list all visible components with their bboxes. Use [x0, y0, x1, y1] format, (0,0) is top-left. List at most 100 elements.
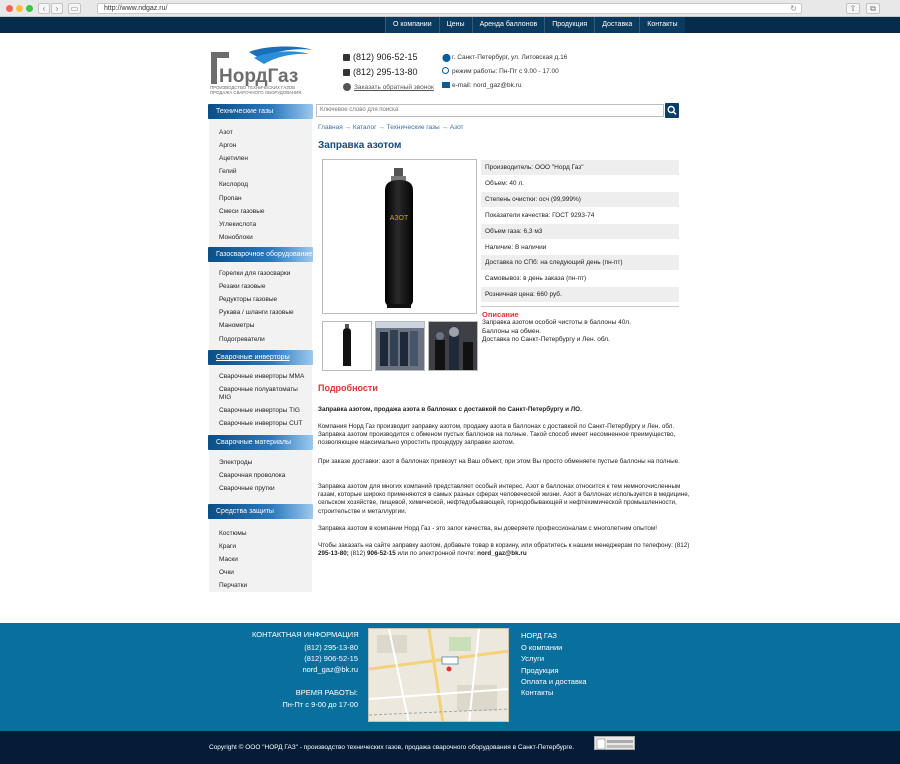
order-text: или по электронной почте:: [395, 550, 478, 558]
sidebar-item[interactable]: Рукава / шланги газовые: [219, 309, 309, 317]
copyright: Copyright © ООО "НОРД ГАЗ" - производств…: [209, 744, 575, 751]
product-property-row: Самовывоз: в день заказа (пн-пт): [485, 275, 587, 283]
thumbnail-cylinder-image: [343, 324, 351, 366]
product-thumbnail-3[interactable]: [428, 321, 478, 371]
counter-icon: [596, 738, 633, 750]
footer-link[interactable]: О компании: [521, 642, 562, 653]
order-phone-1[interactable]: 295-13-80;: [318, 550, 349, 557]
details-paragraph-5: Чтобы заказать на сайте заправку азотом,…: [318, 542, 690, 558]
top-nav-link[interactable]: Цены: [438, 17, 472, 33]
details-paragraph-4: Заправка азотом в компании Норд Газ - эт…: [318, 525, 658, 532]
product-main-image[interactable]: АЗОТ: [322, 159, 477, 314]
maximize-window-icon[interactable]: [26, 5, 33, 12]
sidebar-item[interactable]: Азот: [219, 129, 309, 137]
phone-icon: [343, 69, 350, 76]
sidebar-item[interactable]: Костюмы: [219, 530, 309, 538]
clock-icon: [442, 67, 449, 74]
minimize-window-icon[interactable]: [16, 5, 23, 12]
sidebar-category-title: Технические газы: [216, 108, 274, 115]
sidebar-item[interactable]: Сварочные полуавтоматы MIG: [219, 386, 309, 402]
sidebar-item[interactable]: Смеси газовые: [219, 208, 309, 216]
callback-link[interactable]: Заказать обратный звонок: [354, 84, 434, 91]
sidebar-item[interactable]: Краги: [219, 543, 309, 551]
logo-graphic: НордГаз ПРОИЗВОДСТВО ТЕХНИЧЕСКИХ ГАЗОВ П…: [210, 46, 312, 95]
top-nav-link[interactable]: Продукция: [544, 17, 595, 33]
footer-link[interactable]: Продукция: [521, 665, 559, 676]
close-window-icon[interactable]: [6, 5, 13, 12]
address-bar[interactable]: http://www.ndgaz.ru/ ↻: [97, 3, 802, 14]
browser-toolbar: ‹ › ▭ http://www.ndgaz.ru/ ↻ ⇧ ⧉: [0, 0, 900, 17]
sidebar-item[interactable]: Углекислота: [219, 221, 309, 229]
sidebar-item[interactable]: Перчатки: [219, 582, 309, 590]
sidebar-item[interactable]: Подогреватели: [219, 336, 309, 344]
product-thumbnail-2[interactable]: [375, 321, 425, 371]
order-phone-2[interactable]: 906-52-15: [367, 550, 396, 557]
site-logo[interactable]: НордГаз ПРОИЗВОДСТВО ТЕХНИЧЕСКИХ ГАЗОВ П…: [209, 44, 313, 96]
sidebar-item[interactable]: Манометры: [219, 322, 309, 330]
divider: [481, 306, 679, 307]
top-nav-link[interactable]: Контакты: [639, 17, 685, 33]
details-title: Подробности: [318, 383, 378, 393]
header-phone-1[interactable]: (812) 906-52-15: [353, 52, 418, 62]
top-nav-link[interactable]: О компании: [385, 17, 439, 33]
sidebar-item[interactable]: Маски: [219, 556, 309, 564]
top-nav-link[interactable]: Аренда баллонов: [471, 17, 545, 33]
sidebar-item[interactable]: Горелки для газосварки: [219, 270, 309, 278]
back-icon[interactable]: ‹: [38, 3, 50, 14]
sidebar-category-header[interactable]: Средства защиты: [208, 504, 313, 519]
footer-link[interactable]: Контакты: [521, 687, 553, 698]
search-button[interactable]: [665, 103, 679, 118]
sidebar-item[interactable]: Аргон: [219, 142, 309, 150]
sidebar-item[interactable]: Кислород: [219, 181, 309, 189]
thumbnail-valves-image: [429, 322, 477, 370]
sidebar-item[interactable]: Сварочные инверторы TIG: [219, 407, 309, 415]
breadcrumb[interactable]: Главная → Каталог → Технические газы → А…: [318, 124, 464, 131]
sidebar-item[interactable]: Очки: [219, 569, 309, 577]
sidebar-item[interactable]: Сварочные прутки: [219, 485, 309, 493]
top-nav: О компании Цены Аренда баллонов Продукция До…: [385, 17, 685, 33]
sidebar-item[interactable]: Сварочная проволока: [219, 472, 309, 480]
page-title: Заправка азотом: [318, 140, 402, 151]
footer-links-title: НОРД ГАЗ: [521, 631, 557, 640]
sidebar-item[interactable]: Пропан: [219, 195, 309, 203]
order-email[interactable]: nord_gaz@bk.ru: [477, 550, 527, 557]
sidebar-category-header[interactable]: Сварочные инверторы: [208, 350, 313, 365]
footer-email[interactable]: nord_gaz@bk.ru: [302, 665, 358, 675]
footer-link[interactable]: Оплата и доставка: [521, 676, 587, 687]
order-text: (812): [348, 550, 368, 558]
product-property-row: Степень очистки: осч (99,999%): [481, 191, 679, 207]
sidebar-category-header[interactable]: Газосварочное оборудование: [208, 247, 313, 262]
reload-icon[interactable]: ↻: [790, 4, 797, 14]
header-phone-2[interactable]: (812) 295-13-80: [353, 67, 418, 77]
thumbnail-warehouse-image: [376, 322, 424, 370]
footer-contact-title: КОНТАКТНАЯ ИНФОРМАЦИЯ: [252, 630, 359, 639]
share-icon[interactable]: ⇧: [846, 3, 860, 14]
product-property-row: Наличие: В наличии: [485, 243, 547, 251]
search-input[interactable]: Ключевое слово для поиска: [316, 104, 664, 117]
sidebar-category-header[interactable]: Технические газы: [208, 104, 313, 119]
sidebar-item[interactable]: Ацетилен: [219, 155, 309, 163]
footer-link[interactable]: Услуги: [521, 653, 544, 664]
sidebar-category-header[interactable]: Сварочные материалы: [208, 435, 313, 450]
footer-hours: Пн-Пт с 9-00 до 17-00: [282, 700, 358, 709]
header-email[interactable]: e-mail: nord_gaz@bk.ru: [452, 82, 521, 89]
top-nav-link[interactable]: Доставка: [594, 17, 640, 33]
location-map[interactable]: [368, 628, 509, 722]
footer-phone-1[interactable]: (812) 295-13-80: [304, 643, 358, 653]
forward-icon[interactable]: ›: [51, 3, 63, 14]
sidebar-item[interactable]: Редукторы газовые: [219, 296, 309, 304]
sidebar-category-title: Сварочные материалы: [216, 439, 291, 446]
gas-cylinder-image: АЗОТ: [385, 168, 413, 308]
mail-icon: [442, 82, 450, 88]
sidebar-toggle-icon[interactable]: ▭: [68, 3, 81, 14]
footer-phone-2[interactable]: (812) 906-52-15: [304, 654, 358, 664]
product-thumbnail-1[interactable]: [322, 321, 372, 371]
sidebar-item[interactable]: Гелий: [219, 168, 309, 176]
sidebar-item[interactable]: Сварочные инверторы CUT: [219, 420, 309, 428]
sidebar-item[interactable]: Сварочные инверторы MMA: [219, 373, 309, 381]
tabs-icon[interactable]: ⧉: [866, 3, 880, 14]
sidebar-item[interactable]: Моноблоки: [219, 234, 309, 242]
visitor-counter-badge[interactable]: [594, 736, 635, 750]
sidebar-item[interactable]: Электроды: [219, 459, 309, 467]
sidebar-item[interactable]: Резаки газовые: [219, 283, 309, 291]
